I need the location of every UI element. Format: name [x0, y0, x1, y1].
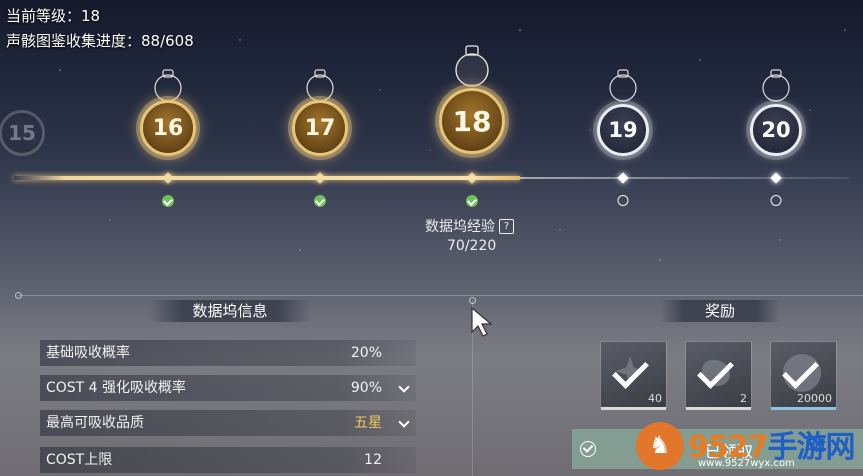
level-19-number: 19: [608, 118, 638, 142]
watermark-url: www.9527wyx.com: [698, 458, 795, 469]
track-filled: [14, 176, 520, 180]
info-row-max-quality[interactable]: 最高可吸收品质 五星: [40, 410, 416, 436]
level-20-badge: 20: [750, 104, 802, 156]
flask-icon: [609, 69, 637, 102]
info-row-cost-limit: COST上限 12: [40, 447, 416, 473]
reward-count: 40: [648, 392, 662, 405]
reward-rarity-bar: [686, 407, 751, 410]
site-watermark: ♞ 9527手游网 www.9527wyx.com 站: [636, 418, 863, 476]
info-row-label: COST 4 强化吸收概率: [46, 380, 187, 396]
help-icon[interactable]: ?: [499, 218, 514, 234]
info-row-label: COST上限: [46, 452, 113, 468]
locked-ring-icon: [617, 195, 629, 206]
level-node-17[interactable]: 17: [284, 68, 356, 208]
info-row-value: 90%: [350, 380, 382, 396]
level-20-number: 20: [761, 118, 791, 142]
level-16-badge: 16: [140, 100, 196, 156]
info-row-value: 五星: [354, 415, 382, 431]
info-row-value: 20%: [350, 345, 382, 361]
reward-count: 20000: [797, 392, 832, 405]
level-15-number: 15: [8, 121, 36, 145]
info-row-label: 基础吸收概率: [46, 345, 130, 361]
flask-icon: [762, 69, 790, 102]
experience-label-text: 数据坞经验: [425, 219, 495, 235]
watermark-logo: ♞: [636, 422, 684, 470]
level-node-16[interactable]: 16: [132, 68, 204, 208]
flask-icon: [455, 45, 489, 87]
divider-dot: [15, 292, 22, 299]
level-18-number: 18: [452, 104, 492, 138]
reward-rarity-bar: [601, 407, 666, 410]
reward-item-echo-shard[interactable]: 40: [600, 341, 667, 410]
info-row-label: 最高可吸收品质: [46, 415, 144, 431]
mouse-cursor-icon: [471, 306, 493, 337]
experience-label: 数据坞经验 ?: [425, 216, 514, 236]
level-node-19[interactable]: 19: [587, 68, 659, 208]
info-row-base-absorb: 基础吸收概率 20%: [40, 340, 416, 366]
level-17-number: 17: [304, 115, 336, 141]
current-level-text: 当前等级：18: [6, 7, 101, 25]
info-row-value: 12: [364, 452, 382, 468]
info-row-cost4-absorb[interactable]: COST 4 强化吸收概率 90%: [40, 375, 416, 401]
completed-check-icon: [466, 195, 478, 207]
track-empty: [520, 177, 849, 179]
level-node-18[interactable]: 18: [428, 44, 516, 208]
chevron-down-icon[interactable]: [398, 416, 410, 428]
collection-progress-text: 声骸图鉴收集进度：88/608: [6, 32, 194, 50]
reward-rarity-bar: [771, 407, 836, 410]
experience-value: 70/220: [447, 238, 497, 254]
level-17-badge: 17: [292, 100, 348, 156]
completed-check-icon: [162, 195, 174, 207]
watermark-badge: 站: [808, 435, 825, 455]
section-divider: [18, 295, 863, 296]
reward-item-material[interactable]: 2: [685, 341, 752, 410]
claimed-check-icon: [697, 352, 734, 389]
level-node-15[interactable]: 15: [0, 100, 45, 160]
level-18-badge: 18: [439, 88, 505, 154]
reward-count: 2: [740, 392, 747, 405]
level-15-badge: 15: [0, 110, 45, 156]
level-progress-track: [14, 176, 849, 181]
reward-item-shell-credit[interactable]: 20000: [770, 341, 837, 410]
locked-ring-icon: [770, 195, 782, 206]
info-section-title: 数据坞信息: [150, 300, 310, 322]
level-summary: 当前等级：18 声骸图鉴收集进度：88/608: [6, 4, 194, 54]
rewards-section-title: 奖励: [660, 300, 780, 322]
level-19-badge: 19: [597, 104, 649, 156]
level-16-number: 16: [152, 115, 184, 141]
completed-check-icon: [314, 195, 326, 207]
claimed-check-icon: [612, 352, 649, 389]
check-circle-icon: [580, 441, 596, 457]
level-node-20[interactable]: 20: [740, 68, 812, 208]
chevron-down-icon[interactable]: [398, 381, 410, 393]
